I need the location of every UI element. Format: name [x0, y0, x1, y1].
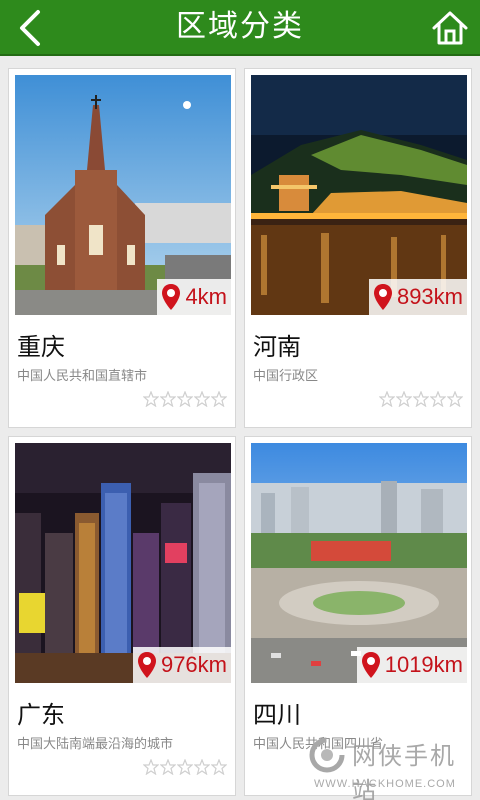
star-outline-icon: [160, 391, 176, 407]
star-outline-icon: [177, 759, 193, 775]
home-icon: [432, 11, 468, 45]
top-bar: 区域分类: [0, 0, 480, 56]
distance-badge: 976km: [132, 647, 231, 683]
distance-badge: 1019km: [356, 647, 467, 683]
page-title: 区域分类: [176, 9, 304, 44]
region-description: 中国人民共和国直辖市: [17, 369, 148, 384]
region-card-henan[interactable]: 893km 河南 中国行政区: [244, 68, 472, 428]
region-description: 中国人民共和国四川省: [253, 737, 384, 752]
star-outline-icon: [194, 759, 210, 775]
region-name: 重庆: [17, 333, 65, 361]
region-card-guangdong[interactable]: 976km 广东 中国大陆南端最沿海的城市: [8, 436, 236, 796]
region-name: 广东: [17, 701, 65, 729]
region-name: 河南: [253, 333, 301, 361]
region-name: 四川: [253, 701, 301, 729]
region-description: 中国大陆南端最沿海的城市: [17, 737, 174, 752]
distance-label: 4km: [185, 284, 227, 309]
rating-stars: [379, 391, 463, 407]
star-outline-icon: [447, 391, 463, 407]
rating-stars: [143, 759, 227, 775]
region-photo: 893km: [251, 75, 467, 315]
region-description: 中国行政区: [253, 369, 319, 384]
rating-stars: [143, 391, 227, 407]
star-outline-icon: [379, 391, 395, 407]
distance-label: 1019km: [384, 652, 463, 677]
star-outline-icon: [160, 759, 176, 775]
distance-badge: 893km: [368, 279, 467, 315]
star-outline-icon: [143, 391, 159, 407]
star-outline-icon: [143, 759, 159, 775]
star-outline-icon: [194, 391, 210, 407]
chevron-left-icon: [20, 10, 40, 46]
region-photo: 1019km: [251, 443, 467, 683]
region-photo: 4km: [15, 75, 231, 315]
location-pin-icon: [162, 284, 181, 310]
star-outline-icon: [211, 391, 227, 407]
distance-badge: 4km: [157, 279, 231, 315]
region-grid: 4km 重庆 中国人民共和国直辖市 893km 河南 中国行政区 976km 广…: [0, 56, 480, 800]
region-card-chongqing[interactable]: 4km 重庆 中国人民共和国直辖市: [8, 68, 236, 428]
star-outline-icon: [430, 391, 446, 407]
star-outline-icon: [211, 759, 227, 775]
location-pin-icon: [373, 284, 392, 310]
distance-label: 976km: [160, 652, 227, 677]
location-pin-icon: [137, 652, 156, 678]
star-outline-icon: [177, 391, 193, 407]
distance-label: 893km: [396, 284, 463, 309]
back-button[interactable]: [10, 6, 54, 50]
region-card-sichuan[interactable]: 1019km 四川 中国人民共和国四川省: [244, 436, 472, 796]
home-button[interactable]: [430, 8, 470, 48]
star-outline-icon: [413, 391, 429, 407]
location-pin-icon: [361, 652, 380, 678]
region-photo: 976km: [15, 443, 231, 683]
star-outline-icon: [396, 391, 412, 407]
